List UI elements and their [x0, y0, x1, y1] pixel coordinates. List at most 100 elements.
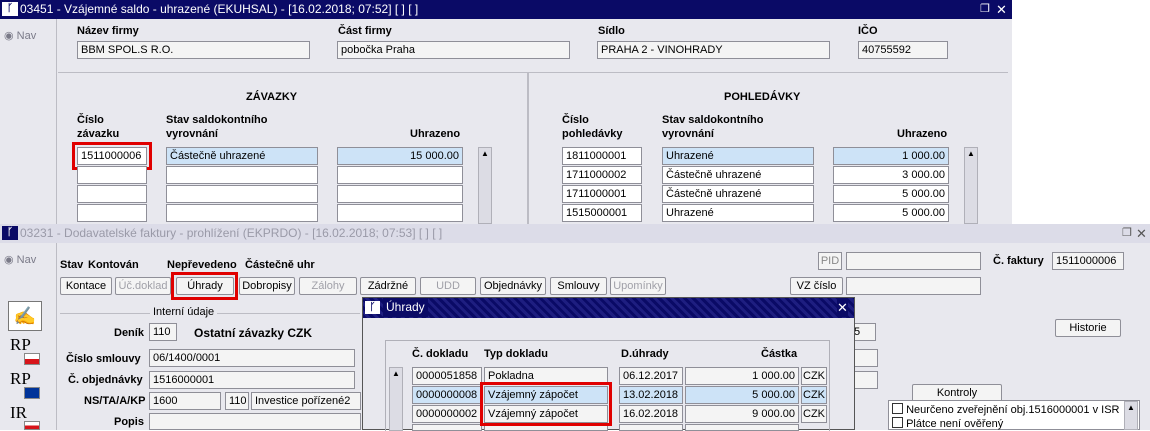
dobropisy-button[interactable]: Dobropisy	[239, 277, 295, 295]
smlouvy-button[interactable]: Smlouvy	[550, 277, 607, 295]
zavazek-uhrazeno-2[interactable]	[337, 166, 463, 184]
stav-neprevedeno: Nepřevedeno	[167, 259, 237, 271]
pohledavky-scrollbar[interactable]: ▲	[964, 147, 978, 224]
uc-doklad-button[interactable]: Úč.doklad	[115, 277, 171, 295]
firm-name-field[interactable]: BBM SPOL.S R.O.	[77, 41, 310, 59]
zapocet-highlight	[480, 382, 612, 426]
scroll-up-icon[interactable]: ▲	[1125, 402, 1137, 414]
objednavka-field[interactable]: 1516000001	[149, 371, 355, 389]
uhrady-titlebar[interactable]: ᚴ Úhrady ✕	[363, 298, 854, 318]
denik-field[interactable]: 110	[149, 323, 177, 341]
zavazek-stav-2[interactable]	[166, 166, 318, 184]
kontroly-scrollbar[interactable]: ▲	[1124, 401, 1138, 430]
zalohy-button[interactable]: Zálohy	[299, 277, 357, 295]
zavazek-cislo-2[interactable]	[77, 166, 147, 184]
zavazek-stav-1[interactable]: Částečně uhrazené	[166, 147, 318, 165]
vz-cislo-button[interactable]: VZ číslo	[790, 277, 843, 295]
zavazek-uhrazeno-3[interactable]	[337, 185, 463, 203]
zavazky-scrollbar[interactable]: ▲	[478, 147, 492, 224]
zavazek-cislo-4[interactable]	[77, 204, 147, 222]
historie-button[interactable]: Historie	[1055, 319, 1121, 337]
pohledavka-cislo-3[interactable]: 1711000001	[562, 185, 642, 203]
uhrada-castka-1[interactable]: 1 000.00	[685, 367, 799, 385]
uhrada-datum-2[interactable]: 13.02.2018	[619, 386, 683, 404]
section-divider	[58, 72, 1008, 73]
window1-titlebar[interactable]: ᚴ 03451 - Vzájemné saldo - uhrazené (EKU…	[0, 0, 1012, 19]
close-icon[interactable]: ✕	[1136, 224, 1147, 243]
pohledavka-stav-2[interactable]: Částečně uhrazené	[662, 166, 814, 184]
zavazek-stav-4[interactable]	[166, 204, 318, 222]
scroll-up-icon[interactable]: ▲	[479, 148, 491, 160]
pohledavka-stav-4[interactable]: Uhrazené	[662, 204, 814, 222]
uhrady-scrollbar[interactable]: ▲	[389, 367, 403, 431]
hand-document-icon[interactable]: ✍	[8, 301, 42, 331]
pohledavka-uhrazeno-3[interactable]: 5 000.00	[833, 185, 949, 203]
ir-cz-icon[interactable]: IR	[10, 403, 42, 430]
header-seat: Sídlo	[598, 25, 625, 37]
zavazky-col-stav-1: Stav saldokontního	[166, 114, 268, 126]
close-icon[interactable]: ✕	[837, 298, 848, 317]
denik-label: Deník	[114, 327, 144, 339]
ns2-field[interactable]: 110	[225, 392, 249, 410]
firm-part-field[interactable]: pobočka Praha	[337, 41, 570, 59]
objednavky-button[interactable]: Objednávky	[480, 277, 546, 295]
pohledavka-cislo-4[interactable]: 1515000001	[562, 204, 642, 222]
restore-icon[interactable]: ❐	[980, 0, 990, 19]
popis-field[interactable]	[149, 413, 361, 430]
ns-field[interactable]: 1600	[149, 392, 221, 410]
window2-titlebar[interactable]: ᚴ 03231 - Dodavatelské faktury - prohlíž…	[0, 224, 1150, 243]
uhrada-castka-3[interactable]: 9 000.00	[685, 405, 799, 423]
cislo-faktury-field[interactable]: 1511000006	[1052, 252, 1124, 270]
pid-value-field[interactable]	[846, 252, 981, 270]
pohledavka-uhrazeno-2[interactable]: 3 000.00	[833, 166, 949, 184]
upominky-button[interactable]: Upomínky	[610, 277, 666, 295]
pohledavka-uhrazeno-1[interactable]: 1 000.00	[833, 147, 949, 165]
pohledavky-col-uhrazeno: Uhrazeno	[897, 128, 948, 140]
checkbox-icon[interactable]	[892, 403, 903, 414]
smlouva-field[interactable]: 06/1400/0001	[149, 349, 355, 367]
scroll-up-icon[interactable]: ▲	[965, 148, 977, 160]
zavazek-stav-3[interactable]	[166, 185, 318, 203]
pohledavka-stav-3[interactable]: Částečně uhrazené	[662, 185, 814, 203]
uhrada-mena-1[interactable]: CZK	[801, 367, 827, 385]
zavazky-col-cislo-2: závazku	[77, 128, 120, 140]
zavazek-uhrazeno-1[interactable]: 15 000.00	[337, 147, 463, 165]
uhrada-mena-3[interactable]: CZK	[801, 405, 827, 423]
vz-cislo-field[interactable]	[846, 277, 981, 295]
uhrada-cislo-3[interactable]: 0000000002	[412, 405, 482, 423]
close-icon[interactable]: ✕	[996, 0, 1007, 19]
uhrada-cislo-2[interactable]: 0000000008	[412, 386, 482, 404]
firm-ico-field[interactable]: 40755592	[858, 41, 948, 59]
zadrzne-button[interactable]: Zádržné	[360, 277, 416, 295]
uhrada-datum-1[interactable]: 06.12.2017	[619, 367, 683, 385]
rp-cz-icon[interactable]: RP	[10, 335, 42, 367]
check-item-1[interactable]: Neurčeno zveřejnění obj.1516000001 v ISR…	[892, 403, 1120, 416]
left-gutter-divider	[56, 243, 57, 430]
udd-button[interactable]: UDD	[420, 277, 476, 295]
pohledavka-cislo-2[interactable]: 1711000002	[562, 166, 642, 184]
nav-radio[interactable]: ◉ Nav	[4, 29, 36, 42]
radio-icon: ◉	[4, 254, 14, 266]
nav-radio[interactable]: ◉ Nav	[4, 253, 36, 266]
check-item-2[interactable]: Plátce není ověřený	[892, 417, 1120, 430]
kontace-button[interactable]: Kontace	[60, 277, 112, 295]
rp-eu-icon[interactable]: RP	[10, 369, 42, 401]
restore-icon[interactable]: ❐	[1122, 224, 1132, 243]
scroll-up-icon[interactable]: ▲	[390, 368, 402, 380]
zavazek-cislo-3[interactable]	[77, 185, 147, 203]
uhrada-datum-3[interactable]: 16.02.2018	[619, 405, 683, 423]
pohledavka-uhrazeno-4[interactable]: 5 000.00	[833, 204, 949, 222]
pohledavka-cislo-1[interactable]: 1811000001	[562, 147, 642, 165]
uhrada-mena-2[interactable]: CZK	[801, 386, 827, 404]
pid-field[interactable]: PID	[818, 252, 842, 270]
rp-eu-label: RP	[10, 369, 31, 388]
zavazek-uhrazeno-4[interactable]	[337, 204, 463, 222]
denik-desc: Ostatní závazky CZK	[194, 326, 313, 340]
uhrada-castka-2[interactable]: 5 000.00	[685, 386, 799, 404]
ns3-field[interactable]: Investice pořízené2	[251, 392, 361, 410]
checkbox-icon[interactable]	[892, 417, 903, 428]
pohledavka-stav-1[interactable]: Uhrazené	[662, 147, 814, 165]
interni-udaje-label: Interní údaje	[150, 306, 218, 318]
firm-seat-field[interactable]: PRAHA 2 - VINOHRADY	[597, 41, 830, 59]
uhrada-cislo-1[interactable]: 0000051858	[412, 367, 482, 385]
